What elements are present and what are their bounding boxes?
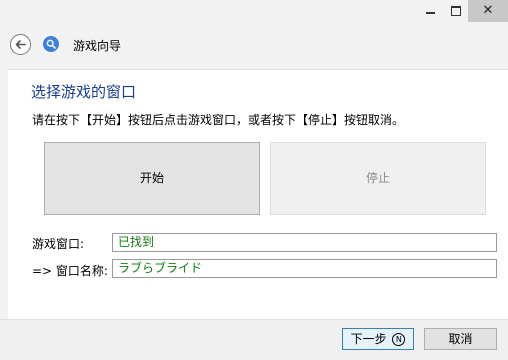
cancel-button[interactable]: 取消	[424, 328, 497, 350]
wizard-window: ✕ 游戏向导 选择游戏的窗口 请在按下【开始】按钮后点击游戏窗口，或者按下【停止…	[0, 0, 508, 360]
next-button[interactable]: 下一步 N	[342, 328, 414, 350]
title-bar: ✕	[0, 0, 508, 28]
window-name-label: => 窗口名称:	[32, 264, 108, 278]
close-icon: ✕	[482, 3, 494, 18]
wizard-title: 游戏向导	[73, 39, 122, 53]
window-name-field: ラブらブライド	[112, 259, 497, 278]
page-title: 选择游戏的窗口	[31, 83, 137, 101]
minimize-icon	[426, 12, 435, 14]
stop-button[interactable]: 停止	[270, 142, 486, 215]
instruction-text: 请在按下【开始】按钮后点击游戏窗口，或者按下【停止】按钮取消。	[32, 113, 405, 127]
maximize-button[interactable]	[443, 0, 468, 22]
content-panel: 选择游戏的窗口 请在按下【开始】按钮后点击游戏窗口，或者按下【停止】按钮取消。 …	[8, 69, 508, 320]
back-button[interactable]	[10, 34, 31, 55]
next-mnemonic: N	[392, 333, 406, 346]
game-window-label: 游戏窗口:	[32, 237, 85, 251]
game-window-field: 已找到	[112, 233, 497, 252]
back-arrow-icon	[15, 40, 26, 49]
maximize-icon	[451, 6, 461, 16]
search-icon	[43, 36, 59, 52]
close-button[interactable]: ✕	[468, 0, 508, 22]
footer-bar: 下一步 N 取消	[0, 319, 508, 360]
wizard-header: 游戏向导	[0, 28, 508, 62]
start-button[interactable]: 开始	[44, 142, 260, 215]
next-button-label: 下一步	[350, 332, 387, 346]
minimize-button[interactable]	[418, 0, 443, 22]
